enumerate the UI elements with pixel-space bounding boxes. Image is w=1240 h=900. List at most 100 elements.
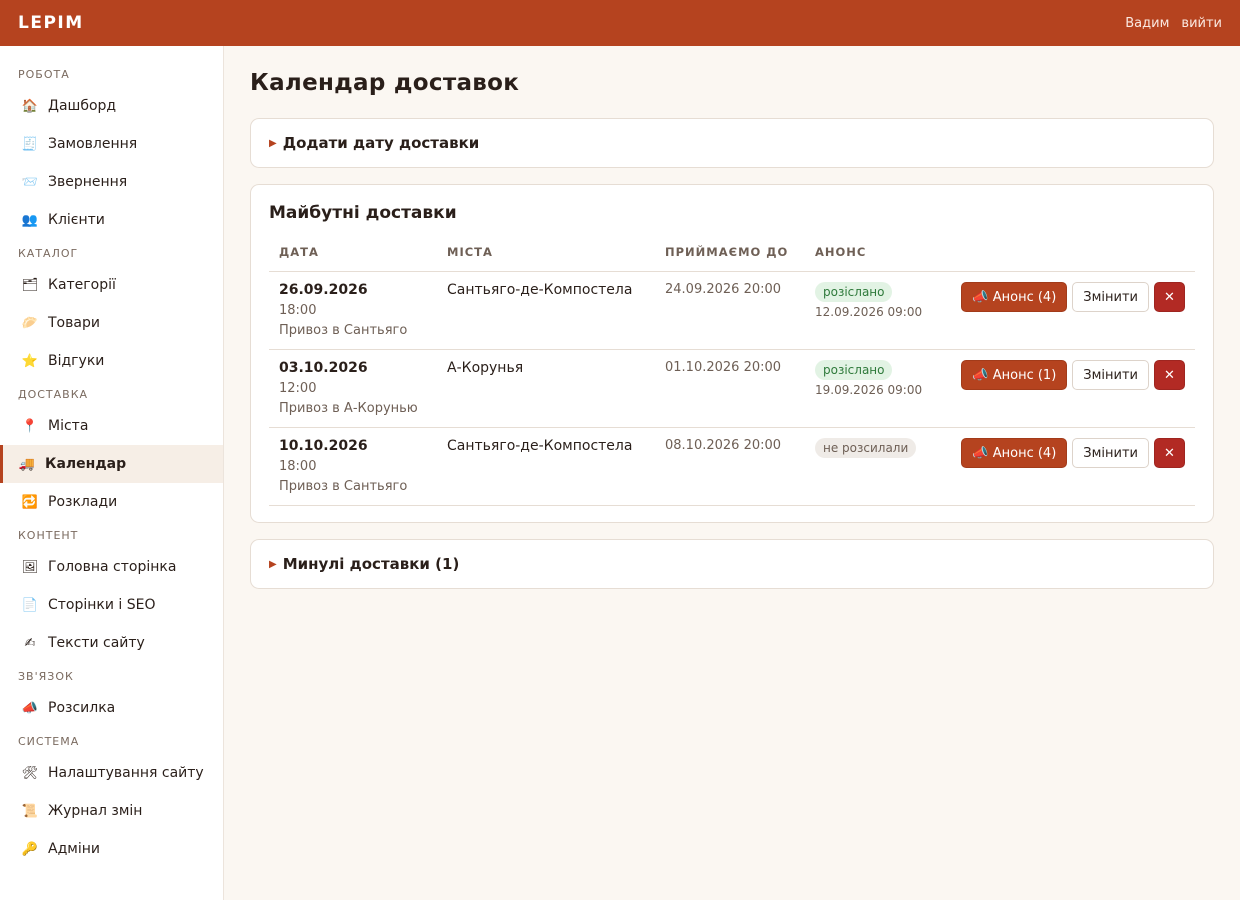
sidebar-item-1-0[interactable]: 🗂 Категорії [0, 266, 223, 304]
status-badge: не розсилали [815, 438, 917, 458]
add-delivery-toggle[interactable]: ▶ Додати дату доставки [251, 119, 1213, 167]
truck-icon: 🚚 [18, 456, 36, 472]
sent-at-time: 12.09.2026 09:00 [815, 305, 923, 319]
sidebar-item-label: Календар [45, 456, 127, 472]
sidebar-item-5-2[interactable]: 🔑 Адміни [0, 830, 223, 868]
user-menu: Вадим вийти [1125, 16, 1222, 31]
sent-at-time: 19.09.2026 09:00 [815, 383, 923, 397]
add-delivery-label: Додати дату доставки [282, 134, 480, 152]
dumpling-icon: 🥟 [21, 315, 39, 331]
announce-status-cell: розіслано 12.09.2026 09:00 [805, 271, 945, 350]
row-actions: 📣 Анонс (4) Змінити ✕ [955, 282, 1185, 312]
sidebar-item-label: Тексти сайту [48, 635, 145, 651]
sidebar-item-label: Розклади [48, 494, 118, 510]
delivery-date: 03.10.2026 [279, 360, 368, 376]
delete-button[interactable]: ✕ [1154, 438, 1185, 468]
delivery-date: 10.10.2026 [279, 438, 368, 454]
cities-cell: Сантьяго-де-Компостела [437, 427, 655, 506]
sidebar-item-1-2[interactable]: ⭐ Відгуки [0, 342, 223, 380]
star-icon: ⭐ [21, 353, 39, 369]
column-header-date: Дата [269, 245, 437, 272]
sidebar-item-2-2[interactable]: 🔁 Розклади [0, 483, 223, 521]
actions-cell: 📣 Анонс (4) Змінити ✕ [945, 427, 1195, 506]
delivery-date: 26.09.2026 [279, 282, 368, 298]
actions-cell: 📣 Анонс (4) Змінити ✕ [945, 271, 1195, 350]
edit-button[interactable]: Змінити [1072, 438, 1149, 468]
brand-logo[interactable]: LEPIM [18, 13, 84, 33]
announce-button[interactable]: 📣 Анонс (1) [961, 360, 1068, 390]
sidebar-item-5-0[interactable]: 🛠 Налаштування сайту [0, 754, 223, 792]
row-actions: 📣 Анонс (4) Змінити ✕ [955, 438, 1185, 468]
writing-icon: ✍ [24, 635, 36, 651]
row-actions: 📣 Анонс (1) Змінити ✕ [955, 360, 1185, 390]
column-header-announce: Анонс [805, 245, 945, 272]
tools-icon: 🛠 [21, 765, 39, 781]
users-icon: 👥 [21, 212, 39, 228]
key-icon: 🔑 [21, 841, 39, 857]
table-header-row: Дата Міста Приймаємо до Анонс [269, 245, 1195, 272]
sidebar-item-4-0[interactable]: 📣 Розсилка [0, 689, 223, 727]
sidebar-item-label: Клієнти [48, 212, 105, 228]
table-row: 26.09.2026 18:00 Привоз в Сантьяго Сантьяго… [269, 271, 1195, 350]
cities-cell: Сантьяго-де-Компостела [437, 271, 655, 350]
cities-cell: А-Корунья [437, 349, 655, 428]
page-icon: 📄 [21, 597, 39, 613]
sidebar-item-label: Звернення [48, 174, 128, 190]
sidebar-item-label: Замовлення [48, 136, 138, 152]
sidebar: Робота 🏠 Дашборд 🧾 Замовлення 📨 Звернення 👥 Кліє… [0, 46, 224, 900]
sidebar-item-5-1[interactable]: 📜 Журнал змін [0, 792, 223, 830]
sidebar-item-0-0[interactable]: 🏠 Дашборд [0, 87, 223, 125]
folder-icon: 🗂 [21, 277, 39, 293]
delete-button[interactable]: ✕ [1154, 282, 1185, 312]
page-title: Календар доставок [250, 70, 520, 96]
nav-section-title: Система [18, 735, 80, 748]
sidebar-item-label: Категорії [48, 277, 116, 293]
delivery-note: Привоз в А-Корунью [279, 401, 418, 416]
past-deliveries-toggle[interactable]: ▶ Минулі доставки (1) [251, 540, 1213, 588]
sidebar-item-0-2[interactable]: 📨 Звернення [0, 163, 223, 201]
top-bar: LEPIM Вадим вийти [0, 0, 1240, 46]
nav-section-title: Каталог [18, 247, 79, 260]
caret-right-icon: ▶ [269, 558, 277, 570]
user-name-link[interactable]: Вадим [1125, 16, 1169, 31]
announce-status-cell: не розсилали [805, 427, 945, 506]
nav-section: Система 🛠 Налаштування сайту 📜 Журнал змін 🔑 А… [0, 735, 223, 868]
nav-section: Доставка 📍 Міста 🚚 Календар 🔁 Розклади [0, 388, 223, 521]
envelope-icon: 📨 [21, 174, 39, 190]
main-content: Календар доставок ▶ Додати дату доставки… [224, 46, 1240, 900]
deliveries-table: Дата Міста Приймаємо до Анонс 26.09.2026… [269, 245, 1195, 506]
announce-status-cell: розіслано 19.09.2026 09:00 [805, 349, 945, 428]
until-cell: 24.09.2026 20:00 [655, 271, 805, 350]
date-cell: 10.10.2026 18:00 Привоз в Сантьяго [269, 427, 437, 506]
edit-button[interactable]: Змінити [1072, 360, 1149, 390]
nav-section-title: Зв'язок [18, 670, 74, 683]
nav-section: Каталог 🗂 Категорії 🥟 Товари ⭐ Відгуки [0, 247, 223, 380]
delivery-note: Привоз в Сантьяго [279, 479, 408, 494]
table-body: 26.09.2026 18:00 Привоз в Сантьяго Сантьяго… [269, 271, 1195, 506]
sidebar-item-2-1[interactable]: 🚚 Календар [0, 445, 223, 483]
edit-button[interactable]: Змінити [1072, 282, 1149, 312]
sidebar-item-1-1[interactable]: 🥟 Товари [0, 304, 223, 342]
delete-button[interactable]: ✕ [1154, 360, 1185, 390]
status-badge: розіслано [815, 360, 893, 380]
delivery-time: 12:00 [279, 381, 317, 396]
announce-button[interactable]: 📣 Анонс (4) [961, 282, 1068, 312]
picture-icon: 🖼 [21, 559, 39, 575]
nav-section-title: Доставка [18, 388, 89, 401]
announce-button[interactable]: 📣 Анонс (4) [961, 438, 1068, 468]
delivery-time: 18:00 [279, 459, 317, 474]
column-header-cities: Міста [437, 245, 655, 272]
sidebar-item-3-1[interactable]: 📄 Сторінки і SEO [0, 586, 223, 624]
sidebar-item-label: Розсилка [48, 700, 116, 716]
sidebar-item-0-3[interactable]: 👥 Клієнти [0, 201, 223, 239]
sidebar-item-3-0[interactable]: 🖼 Головна сторінка [0, 548, 223, 586]
sidebar-item-3-2[interactable]: ✍ Тексти сайту [0, 624, 223, 662]
delivery-time: 18:00 [279, 303, 317, 318]
sidebar-item-label: Адміни [48, 841, 100, 857]
megaphone-icon: 📣 [21, 700, 39, 716]
logout-link[interactable]: вийти [1181, 16, 1222, 31]
repeat-icon: 🔁 [21, 494, 39, 510]
sidebar-item-2-0[interactable]: 📍 Міста [0, 407, 223, 445]
sidebar-item-0-1[interactable]: 🧾 Замовлення [0, 125, 223, 163]
nav-section: Робота 🏠 Дашборд 🧾 Замовлення 📨 Звернення 👥 Кліє… [0, 68, 223, 239]
